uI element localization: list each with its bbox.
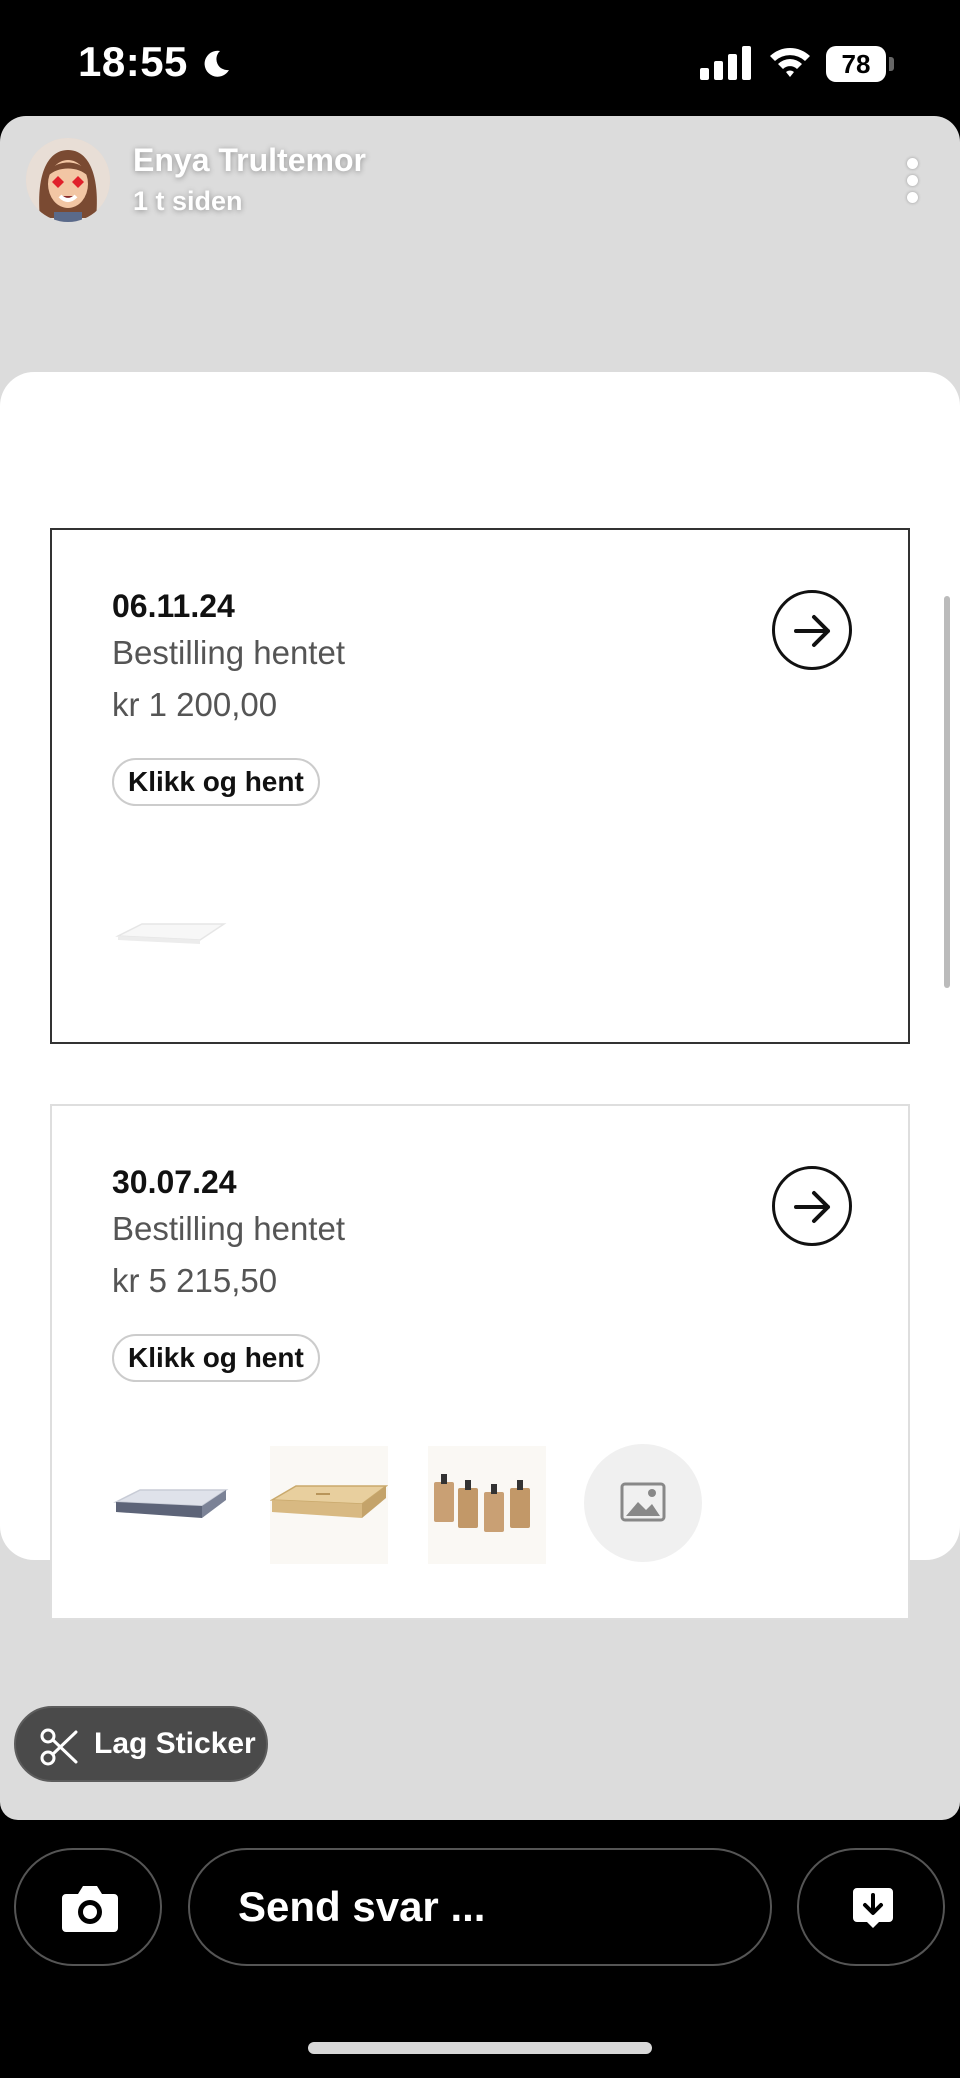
save-button[interactable] <box>797 1848 945 1966</box>
order-status: Bestilling hentet <box>112 634 345 671</box>
order-date: 30.07.24 <box>112 1164 237 1200</box>
product-thumbnail <box>112 876 230 994</box>
status-time: 18:55 <box>78 38 188 85</box>
product-thumbnail <box>269 1446 389 1564</box>
post-time: 1 t siden <box>133 186 243 216</box>
battery-level: 78 <box>826 46 886 82</box>
order-open-button[interactable] <box>772 1166 852 1246</box>
camera-button[interactable] <box>14 1848 162 1966</box>
arrow-right-icon <box>794 615 830 647</box>
make-sticker-label: Lag Sticker <box>94 1727 256 1760</box>
battery-icon: 78 <box>826 46 894 82</box>
moon-icon <box>204 50 229 77</box>
wifi-icon <box>770 48 810 77</box>
order-date: 06.11.24 <box>112 588 235 624</box>
image-placeholder-icon <box>584 1444 702 1562</box>
scissors-icon <box>40 1728 78 1766</box>
camera-icon <box>62 1886 118 1932</box>
avatar[interactable] <box>26 138 110 222</box>
order-sheet: 06.11.24 Bestilling hentet kr 1 200,00 K… <box>0 372 960 1620</box>
order-card[interactable]: 30.07.24 Bestilling hentet kr 5 215,50 K… <box>50 1104 910 1620</box>
more-icon[interactable] <box>898 158 926 210</box>
order-open-button[interactable] <box>772 590 852 670</box>
product-thumbnail <box>112 1446 230 1564</box>
order-tag: Klikk og hent <box>112 758 320 806</box>
order-price: kr 1 200,00 <box>112 686 278 723</box>
story-view[interactable]: Enya Trultemor 1 t siden 06.11.24 Bestil… <box>0 116 960 1820</box>
status-bar: 18:55 78 <box>0 0 960 116</box>
home-indicator[interactable] <box>308 2042 652 2054</box>
download-icon <box>853 1888 893 1928</box>
order-status: Bestilling hentet <box>112 1210 345 1247</box>
user-name[interactable]: Enya Trultemor <box>133 142 366 179</box>
bottom-bar: Send svar ... <box>0 1820 960 2078</box>
make-sticker-button[interactable]: Lag Sticker <box>14 1706 268 1782</box>
scrollbar[interactable] <box>944 596 950 988</box>
product-thumbnail <box>428 1446 546 1564</box>
order-card[interactable]: 06.11.24 Bestilling hentet kr 1 200,00 K… <box>50 528 910 1044</box>
arrow-right-icon <box>794 1191 830 1223</box>
signal-icon <box>700 46 751 80</box>
reply-input[interactable]: Send svar ... <box>188 1848 772 1966</box>
order-tag: Klikk og hent <box>112 1334 320 1382</box>
order-price: kr 5 215,50 <box>112 1262 278 1299</box>
